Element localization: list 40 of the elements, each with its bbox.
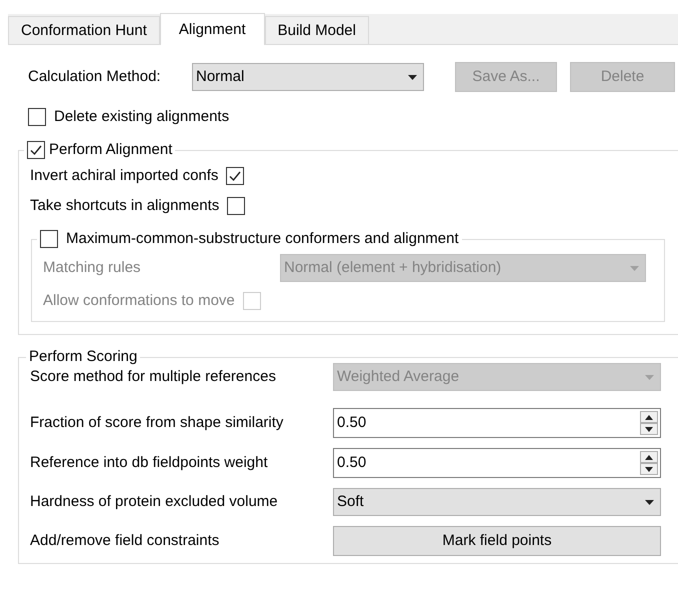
- checkbox-label: Maximum-common-substructure conformers and alignment: [66, 229, 459, 249]
- field-label: Calculation Method:: [28, 66, 162, 87]
- tab[interactable]: Alignment: [160, 13, 265, 45]
- field-label: Hardness of protein excluded volume: [30, 492, 279, 512]
- field-label: Add/remove field constraints: [30, 530, 220, 551]
- down-arrow-icon: [645, 466, 653, 472]
- tab[interactable]: Build Model: [264, 16, 369, 44]
- checkbox-label: Perform Alignment: [49, 140, 172, 160]
- caret-icon: [645, 374, 654, 380]
- action-button[interactable]: Mark field points: [333, 526, 661, 556]
- check-icon: [228, 169, 242, 183]
- field-label: Fraction of score from shape similarity: [30, 412, 284, 433]
- checkbox[interactable]: [227, 197, 246, 215]
- checkbox-label: Take shortcuts in alignments: [30, 196, 220, 216]
- spin-up-button[interactable]: [640, 411, 658, 423]
- field-label: Score method for multiple references: [30, 366, 277, 387]
- spin-down-button[interactable]: [640, 423, 658, 435]
- dropdown[interactable]: Soft: [333, 488, 661, 516]
- field-label: Reference into db fieldpoints weight: [30, 452, 269, 473]
- down-arrow-icon: [645, 426, 653, 432]
- checkbox[interactable]: [226, 167, 244, 185]
- checkbox[interactable]: [27, 141, 45, 159]
- checkbox-label: Allow conformations to move: [43, 290, 235, 311]
- dropdown[interactable]: Normal: [192, 63, 424, 91]
- caret-icon: [630, 266, 639, 270]
- checkbox[interactable]: [28, 108, 46, 126]
- spin-down-button[interactable]: [640, 463, 658, 475]
- spin-up-button[interactable]: [640, 451, 658, 463]
- up-arrow-icon: [645, 414, 653, 420]
- check-icon: [29, 143, 43, 157]
- field-label: Matching rules: [43, 258, 142, 278]
- caret-icon: [645, 500, 654, 504]
- checkbox-label: Delete existing alignments: [54, 106, 230, 127]
- number-field[interactable]: 0.50: [333, 448, 661, 478]
- checkbox-label: Invert achiral imported confs: [30, 166, 218, 186]
- caret-icon: [408, 74, 417, 80]
- checkbox[interactable]: [40, 230, 58, 248]
- number-field[interactable]: 0.50: [333, 408, 661, 438]
- up-arrow-icon: [645, 454, 653, 460]
- tab[interactable]: Conformation Hunt: [8, 16, 160, 44]
